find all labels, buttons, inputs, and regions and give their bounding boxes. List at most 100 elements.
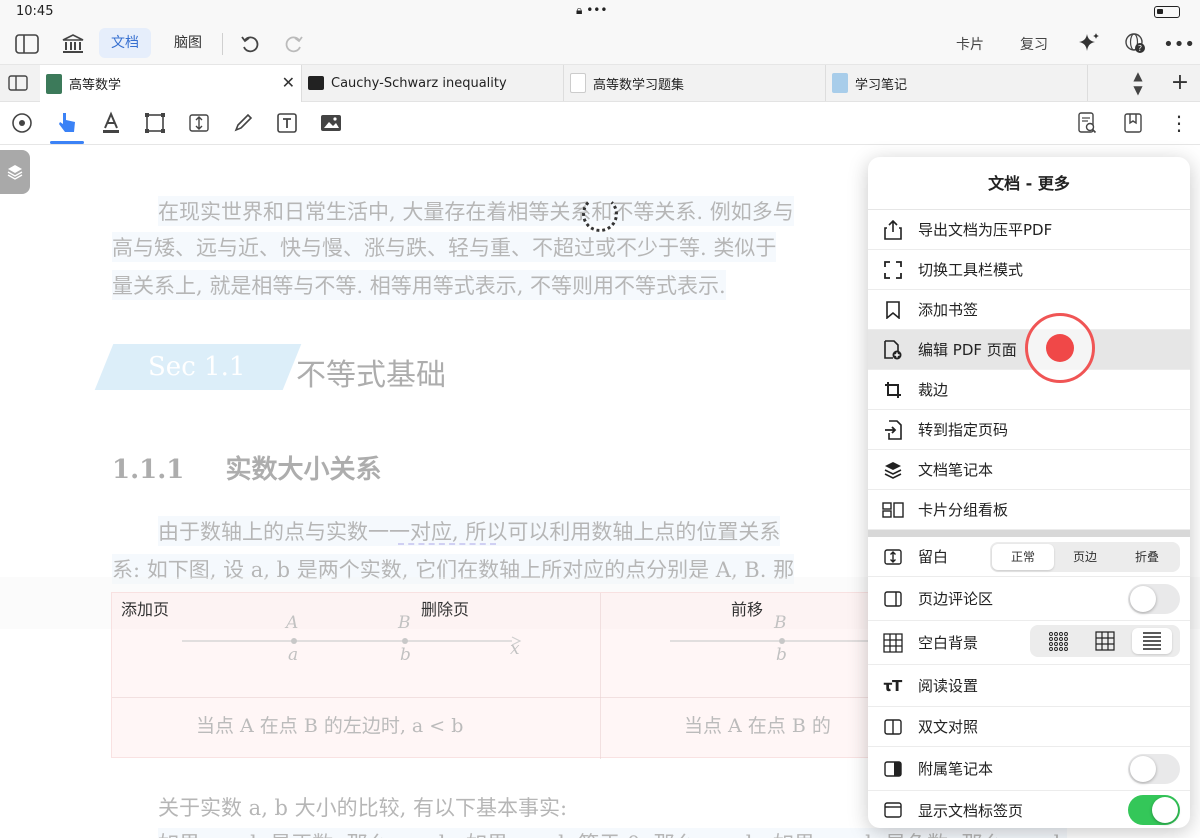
- attached-notebook-toggle[interactable]: [1128, 754, 1180, 784]
- menu-item-reading-settings[interactable]: 𝛕T 阅读设置: [868, 665, 1190, 707]
- edit-pdf-icon: [868, 339, 918, 360]
- margin-segmented-control: 正常 页边 折叠: [990, 542, 1180, 572]
- dashed-annotation: [398, 543, 496, 545]
- lines-icon[interactable]: [1132, 628, 1173, 654]
- menu-item-label: 双文对照: [918, 718, 979, 736]
- menu-item-label: 空白背景: [918, 634, 979, 652]
- review-button[interactable]: 复习: [1020, 34, 1048, 54]
- split-view-icon[interactable]: [6, 73, 30, 93]
- menu-item-export-flat-pdf[interactable]: 导出文档为压平PDF: [868, 210, 1190, 250]
- share-icon: [868, 219, 918, 240]
- menu-item-label: 导出文档为压平PDF: [918, 221, 1053, 239]
- point-label: b: [400, 645, 411, 665]
- layers-panel-toggle[interactable]: [0, 150, 30, 194]
- menu-title: 文档 - 更多: [868, 157, 1190, 210]
- add-tab-icon[interactable]: +: [1168, 70, 1192, 95]
- background-pattern-control: [1030, 625, 1180, 657]
- battery-icon: [1154, 6, 1180, 18]
- tab-exercises[interactable]: 高等数学习题集: [564, 65, 826, 101]
- vertical-more-icon[interactable]: ⋮: [1166, 110, 1192, 136]
- close-icon[interactable]: ✕: [282, 73, 295, 92]
- pen-icon[interactable]: [230, 110, 256, 136]
- figure-caption: 当点 A 在点 B 的: [684, 715, 831, 737]
- menu-item-label: 文档笔记本: [918, 461, 994, 479]
- text-highlight-icon[interactable]: [98, 110, 124, 136]
- margin-option-normal[interactable]: 正常: [992, 544, 1054, 570]
- redo-icon[interactable]: [282, 32, 306, 56]
- axis-label: x: [510, 639, 520, 659]
- page-thumbnail: [570, 73, 586, 93]
- loading-spinner-icon: [582, 196, 618, 232]
- menu-item-card-kanban[interactable]: 卡片分组看板: [868, 490, 1190, 530]
- lock-icon: 🔒︎ •••: [576, 3, 608, 17]
- text-box-icon[interactable]: [274, 110, 300, 136]
- search-document-icon[interactable]: [1074, 110, 1100, 136]
- menu-item-bilingual[interactable]: 双文对照: [868, 707, 1190, 747]
- split-icon: [868, 718, 918, 735]
- delete-page-button[interactable]: 删除页: [421, 596, 469, 620]
- library-icon[interactable]: [60, 31, 86, 57]
- menu-item-toggle-toolbar[interactable]: 切换工具栏模式: [868, 250, 1190, 290]
- point-label: B: [398, 613, 411, 633]
- status-bar: 10:45 🔒︎ •••: [0, 0, 1200, 24]
- hand-pointer-icon[interactable]: [54, 110, 80, 136]
- menu-item-label: 裁边: [918, 381, 949, 399]
- rectangle-select-icon[interactable]: [142, 110, 168, 136]
- grid-icon[interactable]: [1085, 628, 1125, 654]
- menu-item-doc-notebook[interactable]: 文档笔记本: [868, 450, 1190, 490]
- bookmark-list-icon[interactable]: [1120, 110, 1146, 136]
- menu-item-goto-page[interactable]: 转到指定页码: [868, 410, 1190, 450]
- web-help-icon[interactable]: ?: [1122, 30, 1148, 56]
- menu-item-crop[interactable]: 裁边: [868, 370, 1190, 410]
- point-label: b: [776, 645, 787, 665]
- paragraph-line: 关于实数 a, b 大小的比较, 有以下基本事实:: [158, 796, 568, 820]
- toggle-knob: [1130, 586, 1156, 612]
- touch-dot: [1046, 334, 1074, 362]
- menu-section-separator: [868, 530, 1190, 537]
- tab-notes[interactable]: 学习笔记: [826, 65, 1088, 101]
- paragraph-line: 由于数轴上的点与实数一一对应, 所以可以利用数轴上点的位置关系: [158, 516, 781, 546]
- sidebar-toggle-icon[interactable]: [14, 32, 40, 56]
- margin-option-edge[interactable]: 页边: [1054, 544, 1116, 570]
- subsection-title: 实数大小关系: [225, 455, 382, 485]
- ai-sparkle-icon[interactable]: [1076, 30, 1102, 56]
- margin-comments-toggle[interactable]: [1128, 584, 1180, 614]
- dots-icon[interactable]: [1038, 628, 1078, 654]
- menu-item-blank-background: 空白背景: [868, 621, 1190, 665]
- show-doc-tabs-toggle[interactable]: [1128, 795, 1180, 825]
- paragraph-line: 在现实世界和日常生活中, 大量存在着相等关系和不等关系. 例如多与: [158, 196, 794, 226]
- gesture-settings-icon[interactable]: [9, 110, 35, 136]
- card-button[interactable]: 卡片: [956, 34, 984, 54]
- menu-item-show-doc-tabs: 显示文档标签页: [868, 791, 1190, 828]
- move-up-button[interactable]: 前移: [731, 596, 763, 620]
- tab-label: 高等数学: [69, 78, 122, 93]
- document-more-menu: 文档 - 更多 导出文档为压平PDF 切换工具栏模式 添加书签 编辑 PDF 页…: [868, 157, 1190, 828]
- layers-icon: [7, 165, 23, 180]
- tab-gaodeng-shuxue[interactable]: 高等数学 ✕: [40, 65, 302, 102]
- tab-document[interactable]: 文档: [99, 28, 151, 58]
- notebook-panel-icon: [868, 760, 918, 777]
- point-label: A: [286, 613, 299, 633]
- tab-mindmap[interactable]: 脑图: [162, 28, 214, 58]
- menu-item-label: 阅读设置: [918, 677, 979, 695]
- tab-sort-icon[interactable]: ▲ ▼: [1128, 69, 1148, 97]
- add-page-button[interactable]: 添加页: [121, 596, 169, 620]
- annotation-toolbar: ⋮: [0, 102, 1200, 145]
- more-icon[interactable]: •••: [1163, 32, 1195, 56]
- menu-item-label: 编辑 PDF 页面: [918, 341, 1017, 359]
- tab-cauchy-schwarz[interactable]: Cauchy-Schwarz inequality: [302, 65, 564, 101]
- paragraph-line: 如果 a − b 是正数, 那么 a > b; 如果 a − b 等于 0, 那…: [158, 828, 1068, 838]
- subsection-heading: 1.1.1 实数大小关系: [112, 449, 381, 486]
- margin-option-fold[interactable]: 折叠: [1116, 544, 1178, 570]
- undo-icon[interactable]: [238, 32, 262, 56]
- paragraph-line: 量关系上, 就是相等与不等. 相等用等式表示, 不等则用不等式表示.: [112, 270, 726, 300]
- insert-space-icon[interactable]: [186, 110, 212, 136]
- menu-item-label: 页边评论区: [918, 590, 994, 608]
- menu-item-label: 附属笔记本: [918, 760, 994, 778]
- section-title: 不等式基础: [296, 358, 446, 393]
- kanban-icon: [868, 501, 918, 518]
- menu-item-add-bookmark[interactable]: 添加书签: [868, 290, 1190, 330]
- image-icon[interactable]: [318, 110, 344, 136]
- document-tab-bar: 高等数学 ✕ Cauchy-Schwarz inequality 高等数学习题集…: [0, 65, 1200, 102]
- fullscreen-icon: [868, 260, 918, 279]
